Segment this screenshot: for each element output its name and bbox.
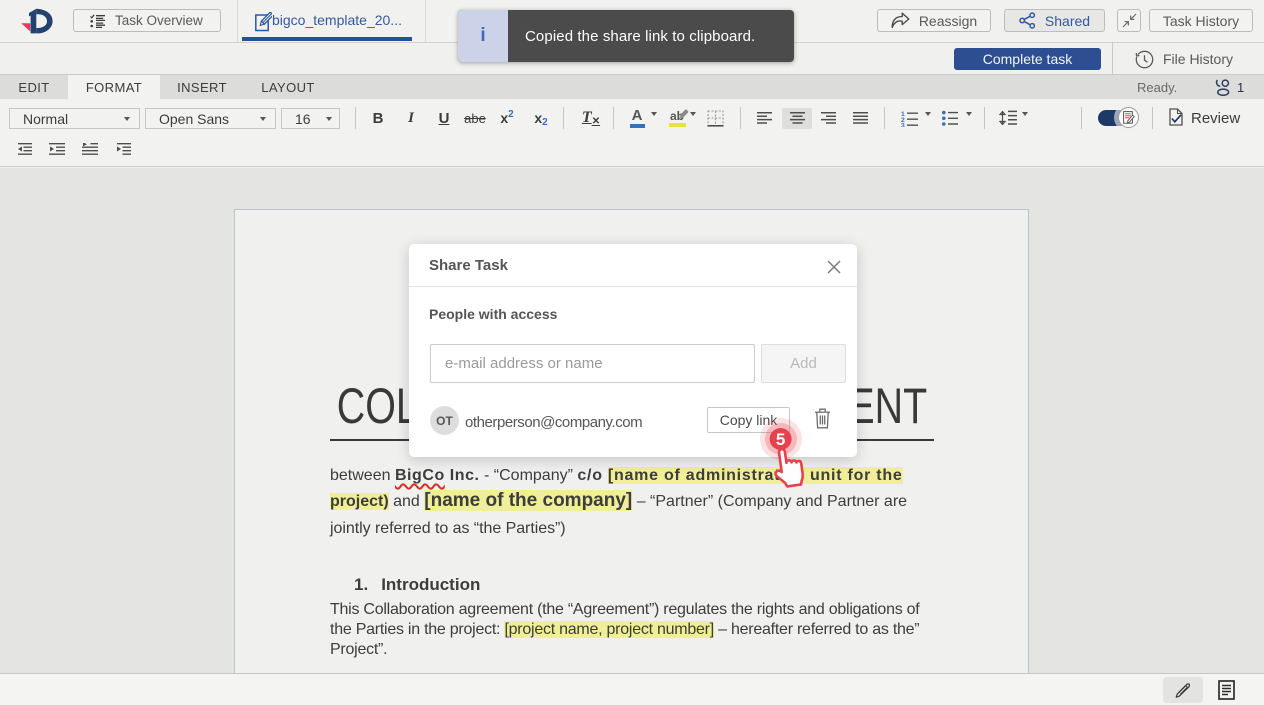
svg-text:5: 5 — [776, 430, 785, 449]
svg-text:3: 3 — [901, 122, 905, 127]
